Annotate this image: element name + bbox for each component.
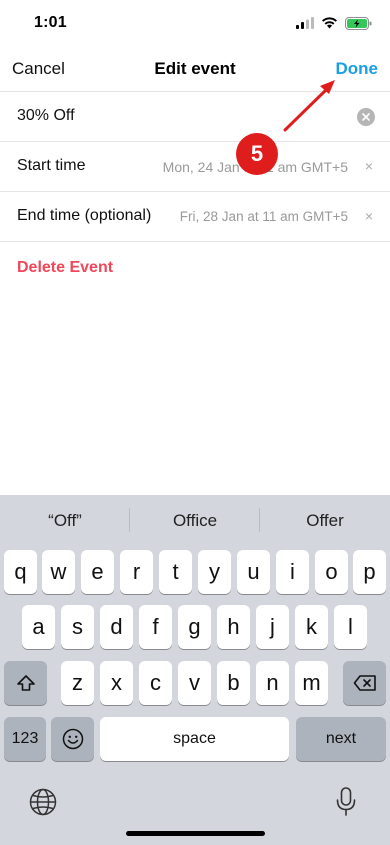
start-time-label: Start time — [17, 157, 86, 174]
microphone-icon[interactable] — [335, 787, 357, 817]
shift-icon — [16, 675, 35, 691]
next-key[interactable]: next — [296, 717, 386, 761]
event-name-field[interactable]: 30% Off — [0, 92, 390, 142]
battery-icon — [345, 16, 372, 30]
wifi-icon — [322, 17, 337, 29]
key-c[interactable]: c — [139, 661, 172, 705]
key-n[interactable]: n — [256, 661, 289, 705]
keyboard: “Off” Office Offer q w e r t y u i o p a… — [0, 495, 390, 845]
key-s[interactable]: s — [61, 605, 94, 649]
key-e[interactable]: e — [81, 550, 114, 594]
shift-key[interactable] — [4, 661, 47, 705]
key-y[interactable]: y — [198, 550, 231, 594]
clear-text-icon[interactable] — [357, 108, 375, 126]
key-o[interactable]: o — [315, 550, 348, 594]
key-x[interactable]: x — [100, 661, 133, 705]
delete-icon — [353, 675, 376, 691]
emoji-icon — [62, 728, 83, 750]
key-d[interactable]: d — [100, 605, 133, 649]
key-p[interactable]: p — [353, 550, 386, 594]
backspace-key[interactable] — [343, 661, 386, 705]
key-z[interactable]: z — [61, 661, 94, 705]
globe-icon[interactable] — [29, 788, 57, 816]
key-h[interactable]: h — [217, 605, 250, 649]
numbers-key[interactable]: 123 — [4, 717, 46, 761]
key-l[interactable]: l — [334, 605, 367, 649]
done-button[interactable]: Done — [336, 59, 379, 79]
end-time-label: End time (optional) — [17, 207, 152, 224]
end-time-value[interactable]: Fri, 28 Jan at 11 am GMT+5 — [180, 209, 348, 224]
suggestion-bar: “Off” Office Offer — [0, 495, 390, 545]
key-b[interactable]: b — [217, 661, 250, 705]
start-time-row[interactable]: Start time Mon, 24 Jan at 11 am GMT+5 × — [0, 142, 390, 192]
key-u[interactable]: u — [237, 550, 270, 594]
suggestion-item[interactable]: Offer — [260, 511, 390, 531]
key-q[interactable]: q — [4, 550, 37, 594]
key-r[interactable]: r — [120, 550, 153, 594]
clear-end-time-icon[interactable]: × — [365, 208, 373, 224]
key-w[interactable]: w — [42, 550, 75, 594]
key-j[interactable]: j — [256, 605, 289, 649]
status-icons — [296, 14, 372, 32]
home-indicator — [126, 831, 265, 836]
step-number-badge: 5 — [236, 133, 278, 175]
suggestion-item[interactable]: “Off” — [0, 511, 130, 531]
cancel-button[interactable]: Cancel — [12, 59, 65, 79]
key-g[interactable]: g — [178, 605, 211, 649]
event-name-value[interactable]: 30% Off — [17, 107, 75, 125]
key-v[interactable]: v — [178, 661, 211, 705]
key-k[interactable]: k — [295, 605, 328, 649]
key-t[interactable]: t — [159, 550, 192, 594]
key-m[interactable]: m — [295, 661, 328, 705]
status-bar: 1:01 — [0, 0, 390, 46]
clear-start-time-icon[interactable]: × — [365, 158, 373, 174]
key-f[interactable]: f — [139, 605, 172, 649]
key-a[interactable]: a — [22, 605, 55, 649]
emoji-key[interactable] — [51, 717, 94, 761]
suggestion-item[interactable]: Office — [130, 511, 260, 531]
delete-event-button[interactable]: Delete Event — [17, 259, 113, 277]
status-time: 1:01 — [34, 14, 67, 31]
key-i[interactable]: i — [276, 550, 309, 594]
space-key[interactable]: space — [100, 717, 289, 761]
end-time-row[interactable]: End time (optional) Fri, 28 Jan at 11 am… — [0, 192, 390, 242]
nav-bar: Cancel Edit event Done — [0, 46, 390, 92]
signal-icon — [296, 17, 314, 29]
